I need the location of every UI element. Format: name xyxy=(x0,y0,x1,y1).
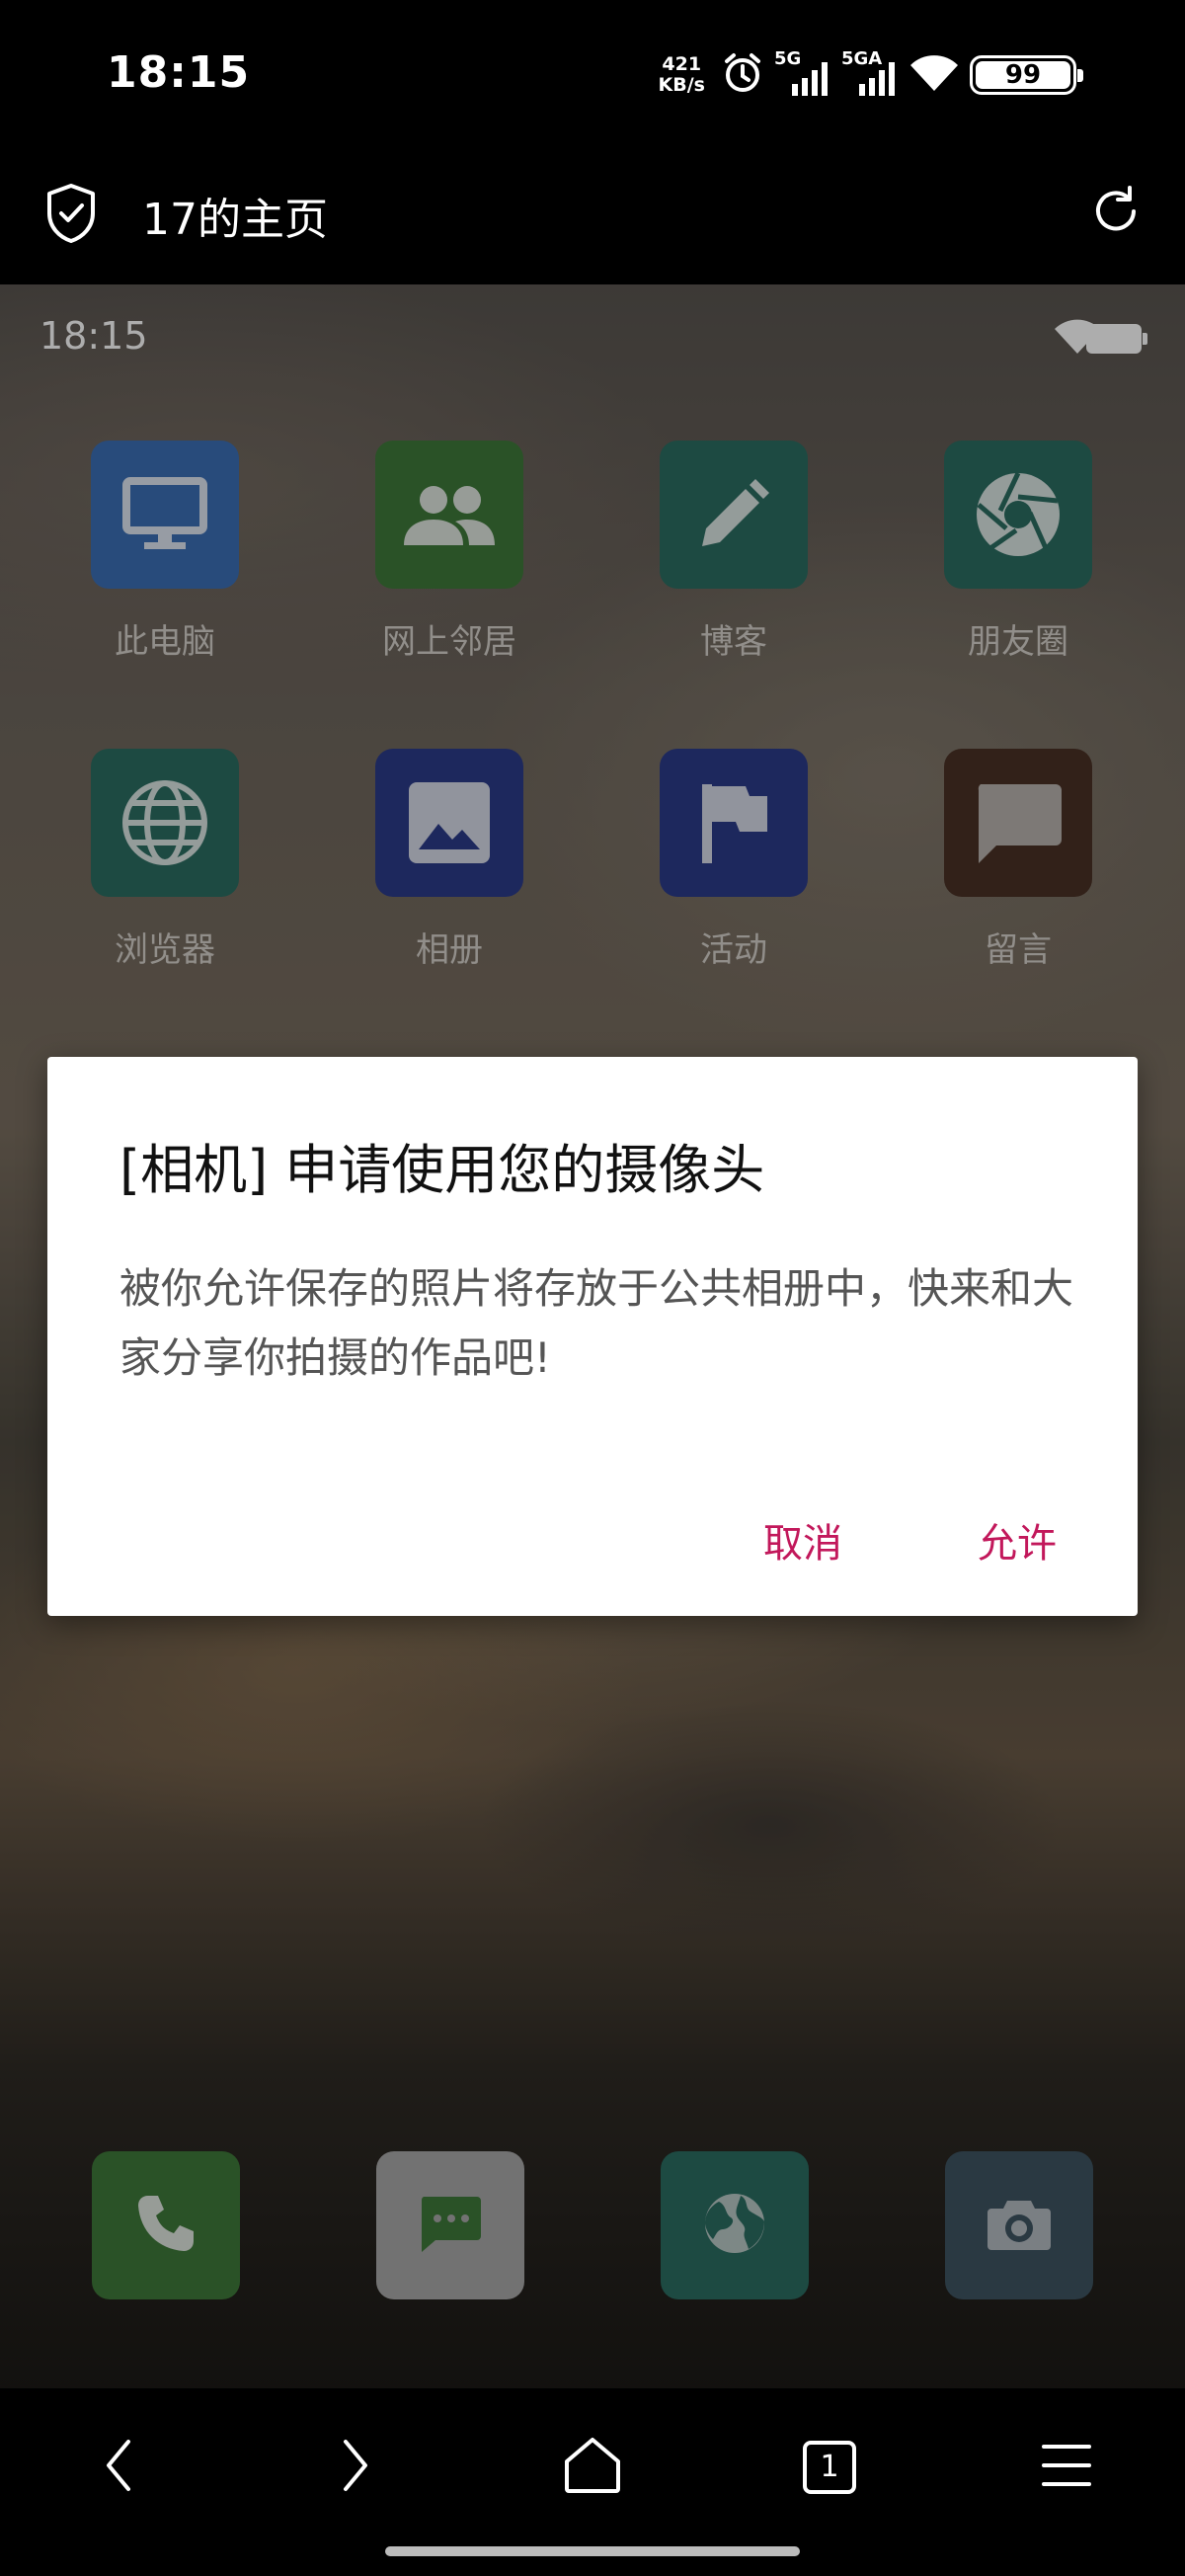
sim1-signal-icon: 5G xyxy=(774,48,831,100)
dialog-message: 被你允许保存的照片将存放于公共相册中，快来和大家分享你拍摄的作品吧! xyxy=(119,1264,1074,1382)
forward-button[interactable] xyxy=(316,2428,395,2507)
gesture-home-indicator[interactable] xyxy=(385,2546,800,2556)
chevron-right-icon xyxy=(336,2436,375,2499)
dialog-title: [相机] 申请使用您的摄像头 xyxy=(119,1139,765,1201)
tabs-icon: 1 xyxy=(803,2441,856,2494)
network-speed-unit: KB/s xyxy=(658,74,705,96)
network-speed-value: 421 xyxy=(662,53,702,75)
cancel-button[interactable]: 取消 xyxy=(763,1511,842,1569)
browser-title-bar: 17的主页 xyxy=(0,148,1185,284)
web-content: 18:15 此电脑 网上邻居 博客 朋友圈 浏览器 相册 活动 留言 [相机] … xyxy=(0,284,1185,2388)
tabs-button[interactable]: 1 xyxy=(790,2428,869,2507)
home-button[interactable] xyxy=(553,2428,632,2507)
home-icon xyxy=(561,2436,624,2499)
sim2-signal-icon: 5GA xyxy=(841,48,899,100)
alarm-icon xyxy=(721,51,764,99)
security-shield-icon[interactable] xyxy=(43,182,99,249)
tab-count: 1 xyxy=(820,2450,839,2484)
reload-icon[interactable] xyxy=(1086,182,1146,245)
back-button[interactable] xyxy=(79,2428,158,2507)
allow-button[interactable]: 允许 xyxy=(978,1511,1057,1569)
status-icons: 421 KB/s 5G 5GA 99 xyxy=(659,47,1083,103)
network-speed: 421 KB/s xyxy=(659,54,705,96)
system-status-bar: 18:15 421 KB/s 5G 5GA 99 xyxy=(0,0,1185,148)
battery-icon: 99 xyxy=(970,55,1083,95)
page-title: 17的主页 xyxy=(142,195,328,245)
battery-level: 99 xyxy=(976,61,1070,89)
permission-dialog: [相机] 申请使用您的摄像头 被你允许保存的照片将存放于公共相册中，快来和大家分… xyxy=(47,1057,1138,1616)
menu-button[interactable] xyxy=(1027,2428,1106,2507)
chevron-left-icon xyxy=(99,2436,138,2499)
menu-icon xyxy=(1040,2441,1093,2494)
wifi-icon xyxy=(908,53,960,97)
status-time: 18:15 xyxy=(107,47,251,98)
